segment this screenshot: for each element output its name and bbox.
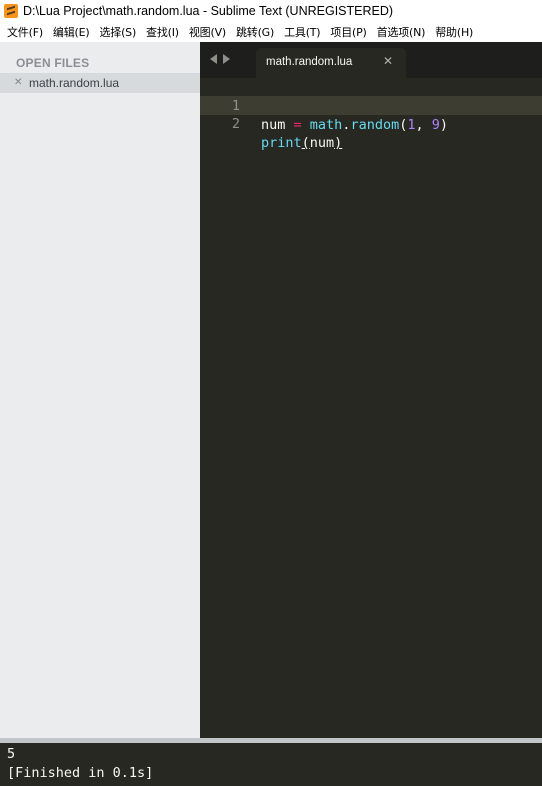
code-token: random bbox=[350, 117, 400, 133]
menu-find[interactable]: 查找(I) bbox=[141, 24, 184, 40]
sidebar-file-label: math.random.lua bbox=[29, 76, 120, 90]
menu-goto[interactable]: 跳转(G) bbox=[231, 24, 279, 40]
sublime-text-icon bbox=[4, 4, 18, 18]
code-token: 1 bbox=[407, 117, 416, 133]
code-token: math bbox=[309, 117, 343, 133]
menu-tools[interactable]: 工具(T) bbox=[279, 24, 325, 40]
line-code: print(num) bbox=[261, 134, 342, 153]
output-line: 5 bbox=[7, 746, 16, 762]
code-token: print bbox=[261, 135, 302, 151]
open-files-header: OPEN FILES bbox=[16, 56, 90, 70]
menu-bar: 文件(F) 编辑(E) 选择(S) 查找(I) 视图(V) 跳转(G) 工具(T… bbox=[0, 22, 542, 42]
tab-label: math.random.lua bbox=[266, 56, 353, 68]
window-title: D:\Lua Project\math.random.lua - Sublime… bbox=[23, 4, 394, 18]
sidebar: OPEN FILES ✕ math.random.lua bbox=[0, 42, 200, 738]
tab-close-icon[interactable]: ✕ bbox=[383, 55, 393, 67]
code-token: ) bbox=[439, 117, 449, 133]
menu-file[interactable]: 文件(F) bbox=[2, 24, 48, 40]
output-line: [Finished in 0.1s] bbox=[7, 765, 154, 781]
code-line[interactable]: 2 print(num) bbox=[200, 96, 542, 151]
line-code: num = math.random(1, 9) bbox=[261, 116, 448, 135]
code-line[interactable]: 1 num = math.random(1, 9) bbox=[200, 78, 542, 133]
build-output-panel: 5 [Finished in 0.1s] bbox=[0, 743, 542, 786]
title-bar: D:\Lua Project\math.random.lua - Sublime… bbox=[0, 0, 542, 22]
sidebar-file-item[interactable]: ✕ math.random.lua bbox=[0, 73, 200, 93]
menu-project[interactable]: 项目(P) bbox=[325, 24, 371, 40]
menu-view[interactable]: 视图(V) bbox=[184, 24, 231, 40]
code-token: = bbox=[285, 117, 310, 133]
tab-nav bbox=[210, 54, 230, 64]
menu-preferences[interactable]: 首选项(N) bbox=[372, 24, 431, 40]
arrow-right-icon[interactable] bbox=[223, 54, 230, 64]
close-icon[interactable]: ✕ bbox=[14, 78, 24, 88]
code-token: num bbox=[309, 135, 335, 151]
code-token: ( bbox=[301, 135, 310, 151]
arrow-left-icon[interactable] bbox=[210, 54, 217, 64]
code-editor[interactable]: 1 num = math.random(1, 9) 2 print(num) bbox=[200, 78, 542, 738]
tab-bar: math.random.lua ✕ bbox=[200, 42, 542, 78]
menu-edit[interactable]: 编辑(E) bbox=[48, 24, 95, 40]
code-token: 9 bbox=[431, 117, 440, 133]
code-token: , bbox=[415, 117, 432, 133]
menu-help[interactable]: 帮助(H) bbox=[430, 24, 478, 40]
code-token: num bbox=[261, 117, 286, 133]
code-token: ) bbox=[334, 135, 343, 151]
menu-selection[interactable]: 选择(S) bbox=[94, 24, 141, 40]
tab-math-random-lua[interactable]: math.random.lua ✕ bbox=[256, 48, 406, 78]
line-number: 2 bbox=[231, 116, 240, 132]
